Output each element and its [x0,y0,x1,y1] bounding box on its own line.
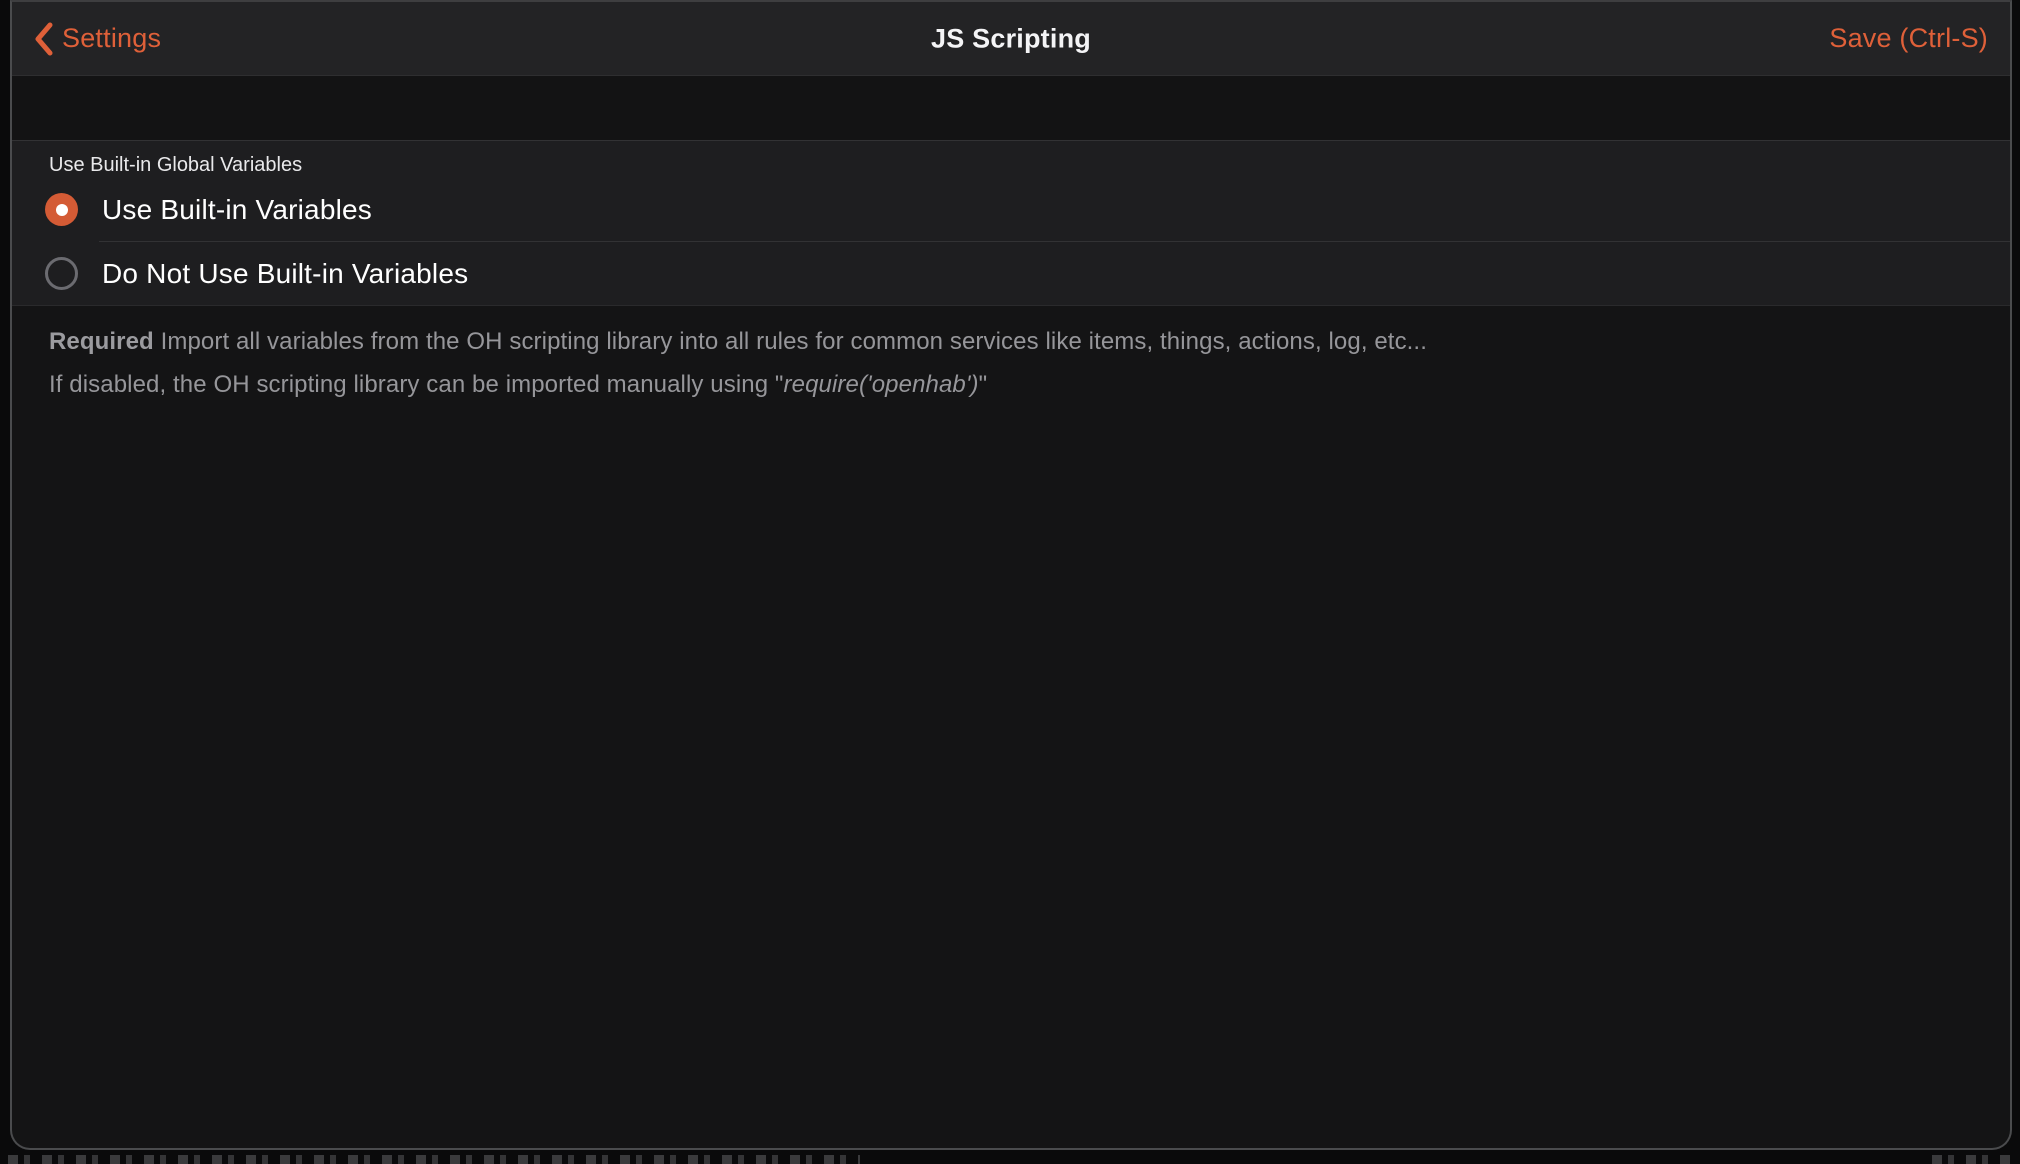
radio-option-label: Use Built-in Variables [102,194,372,226]
radio-option-use-builtin-variables[interactable]: Use Built-in Variables [12,178,2010,241]
radio-option-label: Do Not Use Built-in Variables [102,258,468,290]
spacer [12,76,2010,140]
setting-description: Required Import all variables from the O… [12,306,2010,406]
radio-group-label: Use Built-in Global Variables [12,141,2010,178]
back-button-settings[interactable]: Settings [34,22,161,56]
description-required-keyword: Required [49,328,154,355]
description-line-1: Required Import all variables from the O… [49,320,1970,363]
description-closing-quote: " [979,371,988,398]
page-title: JS Scripting [931,23,1091,54]
save-button[interactable]: Save (Ctrl-S) [1829,23,1988,54]
background-clipped-text [8,1155,860,1164]
screen: Settings JS Scripting Save (Ctrl-S) Use … [0,0,2020,1164]
radio-group-card: Use Built-in Global Variables Use Built-… [12,140,2010,306]
radio-unselected-icon[interactable] [45,257,78,290]
background-clipped-text [1932,1155,2010,1164]
description-line-1-text: Import all variables from the OH scripti… [154,328,1427,355]
description-line-2: If disabled, the OH scripting library ca… [49,363,1970,406]
chevron-left-icon [34,22,54,56]
navbar: Settings JS Scripting Save (Ctrl-S) [12,2,2010,76]
description-line-2-text: If disabled, the OH scripting library ca… [49,371,784,398]
description-code-snippet: require('openhab') [784,371,979,398]
js-scripting-settings-dialog: Settings JS Scripting Save (Ctrl-S) Use … [10,0,2012,1150]
back-button-label: Settings [62,23,161,54]
radio-option-do-not-use-builtin-variables[interactable]: Do Not Use Built-in Variables [99,241,2010,305]
radio-selected-icon[interactable] [45,193,78,226]
